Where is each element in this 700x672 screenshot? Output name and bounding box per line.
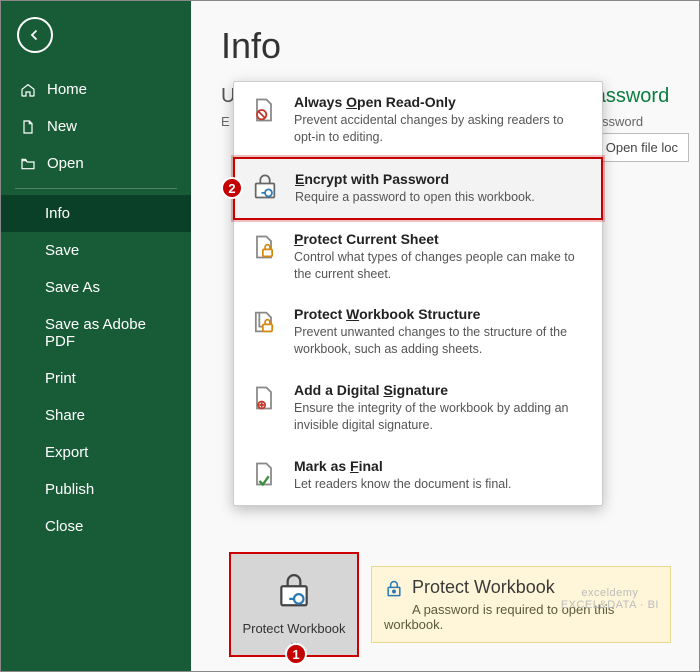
lock-key-icon — [384, 579, 404, 604]
nav-secondary: Info Save Save As Save as Adobe PDF Prin… — [1, 195, 191, 545]
encrypt-icon — [249, 171, 281, 203]
nav-label: Save As — [45, 279, 100, 296]
lock-key-icon — [275, 572, 313, 615]
annotation-step-2: 2 — [221, 177, 243, 199]
info-right-fragment: assword assword Open file loc — [595, 85, 699, 162]
nav-label: Save — [45, 242, 79, 259]
mark-final-icon — [248, 458, 280, 490]
back-button[interactable] — [17, 17, 53, 53]
menu-protect-workbook-structure[interactable]: Protect Workbook Structure Prevent unwan… — [234, 294, 602, 370]
protect-structure-icon — [248, 306, 280, 338]
nav-close[interactable]: Close — [1, 508, 191, 545]
protect-summary-panel: Protect Workbook A password is required … — [371, 566, 671, 643]
nav-home[interactable]: Home — [1, 71, 191, 108]
protect-workbook-button[interactable]: Protect Workbook 1 — [229, 552, 359, 657]
protect-card-label: Protect Workbook — [242, 621, 345, 637]
nav-label: Publish — [45, 481, 94, 498]
nav-separator — [15, 188, 177, 189]
password-sub-fragment: assword — [595, 114, 689, 129]
nav-primary: Home New Open — [1, 71, 191, 182]
menu-item-title: Protect Current Sheet — [294, 231, 588, 247]
protect-summary-desc: A password is required to open this work… — [384, 602, 658, 632]
read-only-icon — [248, 94, 280, 126]
nav-export[interactable]: Export — [1, 434, 191, 471]
nav-label: Info — [45, 205, 70, 222]
menu-item-desc: Ensure the integrity of the workbook by … — [294, 400, 588, 434]
backstage-sidebar: Home New Open Info Save Save As Save as … — [1, 1, 191, 671]
nav-info[interactable]: Info — [1, 195, 191, 232]
menu-always-open-read-only[interactable]: Always Open Read-Only Prevent accidental… — [234, 82, 602, 158]
nav-print[interactable]: Print — [1, 360, 191, 397]
nav-label: Export — [45, 444, 88, 461]
nav-new[interactable]: New — [1, 108, 191, 145]
menu-item-desc: Require a password to open this workbook… — [295, 189, 535, 206]
nav-label: Save as Adobe PDF — [45, 316, 173, 350]
menu-item-title: Always Open Read-Only — [294, 94, 588, 110]
protect-summary-title: Protect Workbook — [384, 577, 658, 598]
digital-signature-icon — [248, 382, 280, 414]
nav-label: Close — [45, 518, 83, 535]
nav-label: Home — [47, 81, 87, 98]
home-icon — [19, 82, 37, 98]
open-file-location-button[interactable]: Open file loc — [595, 133, 689, 162]
menu-encrypt-with-password[interactable]: 2 Encrypt with Password Require a passwo… — [233, 157, 603, 220]
menu-protect-current-sheet[interactable]: Protect Current Sheet Control what types… — [234, 219, 602, 295]
back-arrow-icon — [26, 26, 44, 44]
nav-label: New — [47, 118, 77, 135]
protect-sheet-icon — [248, 231, 280, 263]
menu-item-desc: Prevent accidental changes by asking rea… — [294, 112, 588, 146]
menu-mark-as-final[interactable]: Mark as Final Let readers know the docum… — [234, 446, 602, 505]
menu-item-title: Encrypt with Password — [295, 171, 535, 187]
menu-item-title: Add a Digital Signature — [294, 382, 588, 398]
nav-label: Print — [45, 370, 76, 387]
menu-item-desc: Control what types of changes people can… — [294, 249, 588, 283]
new-icon — [19, 119, 37, 135]
page-title: Info — [221, 25, 699, 67]
menu-item-title: Protect Workbook Structure — [294, 306, 588, 322]
nav-share[interactable]: Share — [1, 397, 191, 434]
menu-add-digital-signature[interactable]: Add a Digital Signature Ensure the integ… — [234, 370, 602, 446]
nav-save-as[interactable]: Save As — [1, 269, 191, 306]
nav-save[interactable]: Save — [1, 232, 191, 269]
password-label-fragment: assword — [595, 85, 689, 108]
menu-item-desc: Let readers know the document is final. — [294, 476, 511, 493]
menu-item-title: Mark as Final — [294, 458, 511, 474]
nav-open[interactable]: Open — [1, 145, 191, 182]
menu-item-desc: Prevent unwanted changes to the structur… — [294, 324, 588, 358]
annotation-step-1: 1 — [285, 643, 307, 665]
protect-workbook-menu: Always Open Read-Only Prevent accidental… — [233, 81, 603, 506]
nav-save-as-adobe-pdf[interactable]: Save as Adobe PDF — [1, 306, 191, 360]
nav-publish[interactable]: Publish — [1, 471, 191, 508]
nav-label: Share — [45, 407, 85, 424]
open-icon — [19, 156, 37, 172]
nav-label: Open — [47, 155, 84, 172]
